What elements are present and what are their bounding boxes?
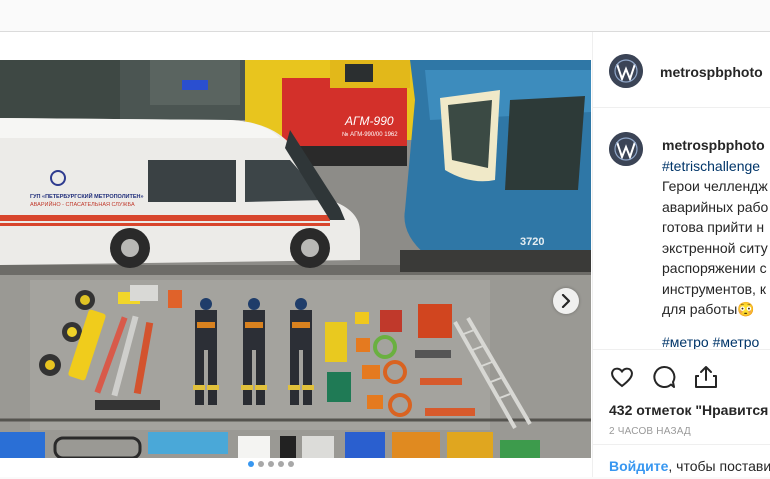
post-header: metrospbphoto (593, 32, 770, 108)
comment-button[interactable] (651, 364, 677, 390)
caption-line: экстренной ситу (662, 239, 768, 256)
caption-tag[interactable]: #метро (662, 334, 709, 350)
post-sidebar: metrospbphoto metrospbphoto #tetrischall… (592, 32, 770, 477)
carousel-dot (268, 461, 274, 467)
van-stripe (0, 215, 330, 221)
post-caption: metrospbphoto #tetrischallenge Герои чел… (662, 135, 770, 352)
carousel-dot (278, 461, 284, 467)
login-prompt: Войдите, чтобы постави (593, 444, 770, 479)
loco-plate: АГМ-990 (344, 114, 394, 128)
carousel-dot (248, 461, 254, 467)
metro-logo-icon (609, 132, 643, 166)
caption-line: распоряжении с (662, 260, 767, 276)
van-line2: АВАРИЙНО - СПАСАТЕЛЬНАЯ СЛУЖБА (30, 200, 135, 208)
avatar[interactable] (609, 54, 643, 88)
caption-tag[interactable]: #метро (713, 334, 760, 350)
caption-line: инструментов, к (662, 280, 766, 297)
top-bar (0, 0, 770, 30)
chevron-right-icon (561, 294, 571, 308)
caption-hashtag[interactable]: #tetrischallenge (662, 156, 770, 177)
carousel-dot (288, 461, 294, 467)
caption-line: аварийных рабо (662, 198, 769, 215)
caption-line: готова прийти н (662, 219, 765, 235)
share-icon (695, 366, 717, 388)
heart-icon (611, 367, 633, 388)
van-line1: ГУП «ПЕТЕРБУРГСКИЙ МЕТРОПОЛИТЕН» (30, 192, 144, 200)
caption-username[interactable]: metrospbphoto (662, 135, 770, 156)
carousel-next-button[interactable] (553, 288, 579, 314)
caption-line: для работы😳 (662, 301, 755, 317)
metro-logo-icon (609, 54, 643, 88)
post-photo: АГМ-990 № АГМ-990/00 1962 ГУП «ПЕТЕРБУРГ… (0, 60, 591, 458)
likes-count[interactable]: 432 отметок "Нравится (609, 402, 768, 418)
post-timestamp[interactable]: 2 ЧАСОВ НАЗАД (609, 426, 691, 437)
header-username[interactable]: metrospbphoto (660, 64, 763, 80)
comment-avatar[interactable] (609, 132, 643, 166)
photo-scene: АГМ-990 № АГМ-990/00 1962 ГУП «ПЕТЕРБУРГ… (0, 60, 591, 458)
caption-line: Герои челлендж (662, 178, 768, 194)
carousel-indicators (248, 461, 294, 467)
share-button[interactable] (693, 364, 719, 390)
like-button[interactable] (609, 364, 635, 390)
login-link[interactable]: Войдите (609, 458, 668, 474)
post-actions: 432 отметок "Нравится 2 ЧАСОВ НАЗАД Войд… (593, 349, 770, 478)
car-number: 3720 (520, 236, 544, 248)
login-prompt-text: , чтобы постави (668, 458, 770, 474)
speech-bubble-icon (653, 365, 676, 388)
post: АГМ-990 № АГМ-990/00 1962 ГУП «ПЕТЕРБУРГ… (0, 31, 770, 477)
carousel-dot (258, 461, 264, 467)
loco-subtext: № АГМ-990/00 1962 (342, 131, 398, 138)
